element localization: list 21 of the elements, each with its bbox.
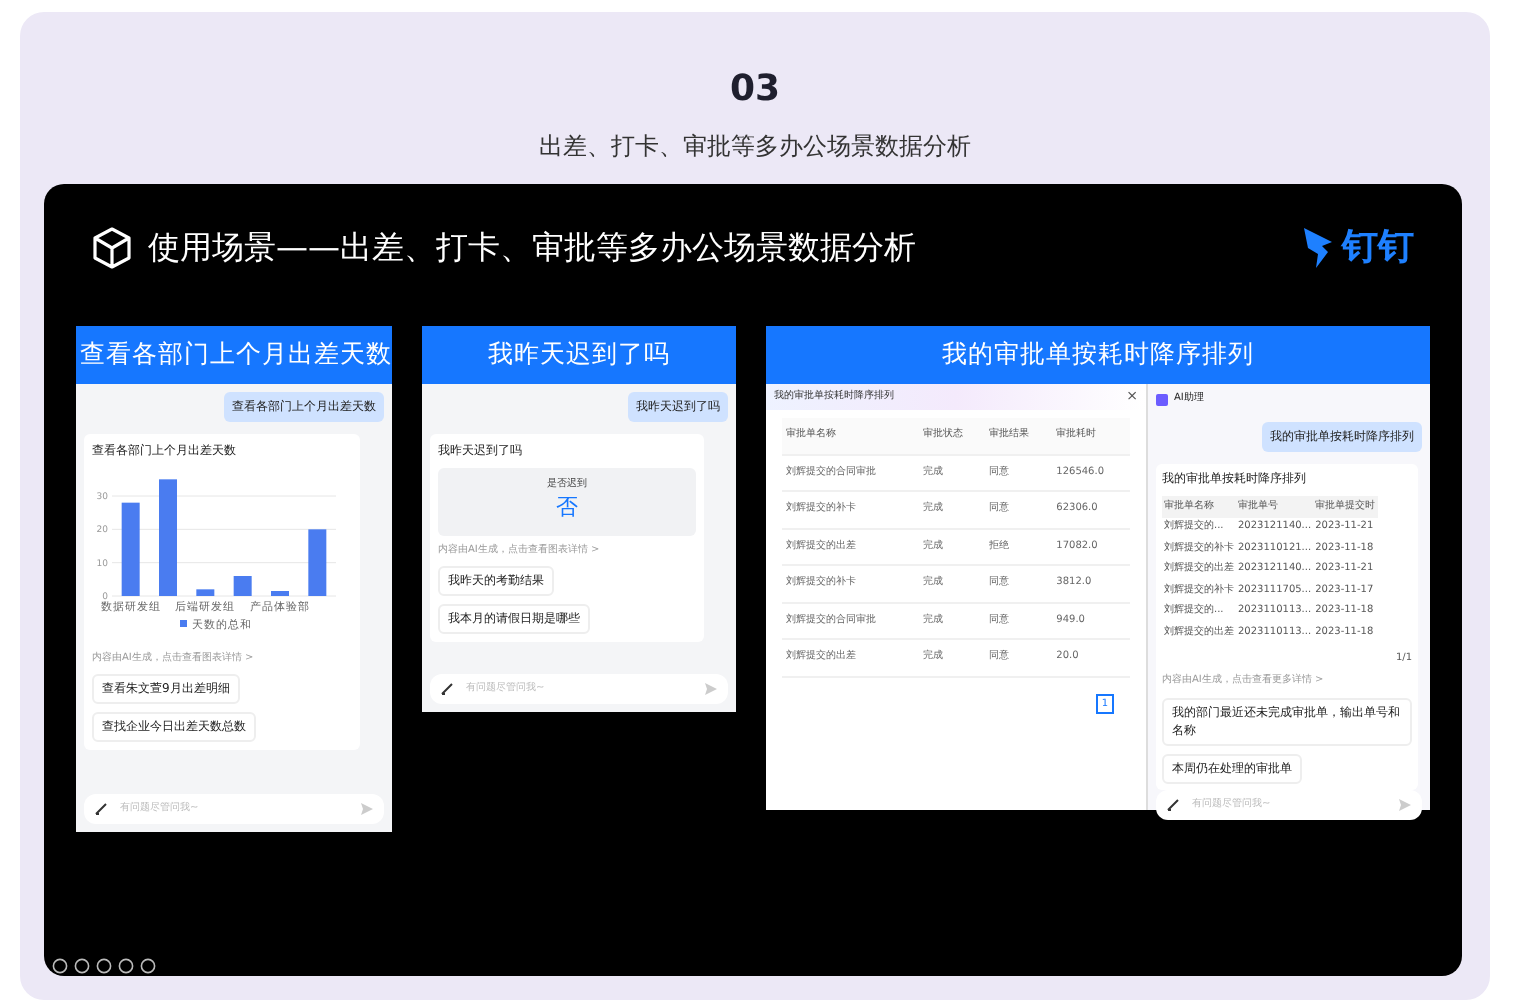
panel-heading: 查看各部门上个月出差天数 [76, 326, 392, 384]
assistant-icon [1156, 393, 1168, 405]
chart-bar [308, 528, 327, 596]
send-icon [704, 681, 718, 696]
answer-value: 否 [554, 492, 580, 525]
logo-text: 钉钉 [1342, 224, 1414, 272]
banner-title: 使用场景——出差、打卡、审批等多办公场景数据分析 [148, 225, 916, 269]
chart-bar [159, 478, 177, 596]
chart-bar [121, 502, 140, 596]
panel-heading: 我昨天迟到了吗 [422, 326, 736, 384]
wing-icon [1302, 225, 1334, 269]
section-subtitle: 出差、打卡、审批等多办公场景数据分析 [537, 130, 973, 164]
legend-swatch [180, 619, 187, 627]
section-number: 03 [727, 72, 783, 108]
send-icon [360, 801, 374, 816]
panel-heading: 我的审批单按耗时降序排列 [766, 326, 1430, 384]
chart-bar [271, 590, 289, 596]
chart-bar [233, 575, 252, 596]
send-icon [1398, 798, 1412, 812]
cube-icon [92, 225, 132, 269]
chart-bar [196, 588, 215, 596]
